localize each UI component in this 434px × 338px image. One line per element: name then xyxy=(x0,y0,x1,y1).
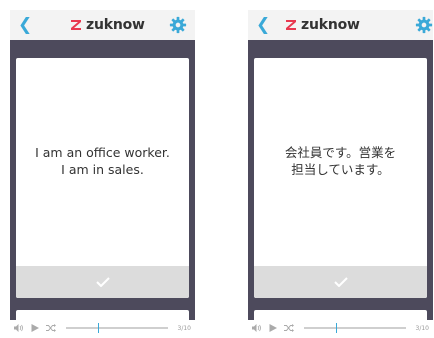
gear-icon[interactable] xyxy=(169,16,187,34)
brand-name: zuknow xyxy=(301,17,360,33)
audio-player: 3/10 xyxy=(10,320,195,336)
phone-screen-english: ❮ zuknow I am an office worker. I am in … xyxy=(10,10,195,336)
card-text: I am an office worker. I am in sales. xyxy=(35,145,170,177)
shuffle-icon[interactable] xyxy=(284,323,294,333)
flashcard[interactable]: 会社員です。営業を 担当しています。 xyxy=(254,58,427,298)
check-icon xyxy=(333,277,348,287)
gear-icon[interactable] xyxy=(415,16,433,34)
check-icon xyxy=(95,277,110,287)
shuffle-icon[interactable] xyxy=(46,323,56,333)
card-counter: 3/10 xyxy=(415,324,429,332)
brand-name: zuknow xyxy=(86,17,145,33)
check-button[interactable] xyxy=(254,266,427,298)
card-counter: 3/10 xyxy=(177,324,191,332)
flashcard[interactable]: I am an office worker. I am in sales. xyxy=(16,58,189,298)
check-button[interactable] xyxy=(16,266,189,298)
volume-icon[interactable] xyxy=(14,323,24,333)
app-logo: zuknow xyxy=(285,16,360,34)
play-icon[interactable] xyxy=(268,323,278,333)
progress-thumb[interactable] xyxy=(98,323,100,333)
volume-icon[interactable] xyxy=(252,323,262,333)
zuknow-logo-icon xyxy=(71,20,81,30)
app-header: ❮ zuknow xyxy=(10,10,195,40)
zuknow-logo-icon xyxy=(286,20,296,30)
app-header: ❮ zuknow xyxy=(248,10,433,40)
back-chevron-icon[interactable]: ❮ xyxy=(256,15,272,35)
progress-thumb[interactable] xyxy=(336,323,338,333)
progress-slider[interactable] xyxy=(66,323,168,333)
play-icon[interactable] xyxy=(30,323,40,333)
card-text: 会社員です。営業を 担当しています。 xyxy=(284,145,397,177)
audio-player: 3/10 xyxy=(248,320,433,336)
back-chevron-icon[interactable]: ❮ xyxy=(18,15,34,35)
app-logo: zuknow xyxy=(70,16,145,34)
phone-screen-japanese: ❮ zuknow 会社員です。営業を 担当しています。 3/10 xyxy=(248,10,433,336)
progress-slider[interactable] xyxy=(304,323,406,333)
